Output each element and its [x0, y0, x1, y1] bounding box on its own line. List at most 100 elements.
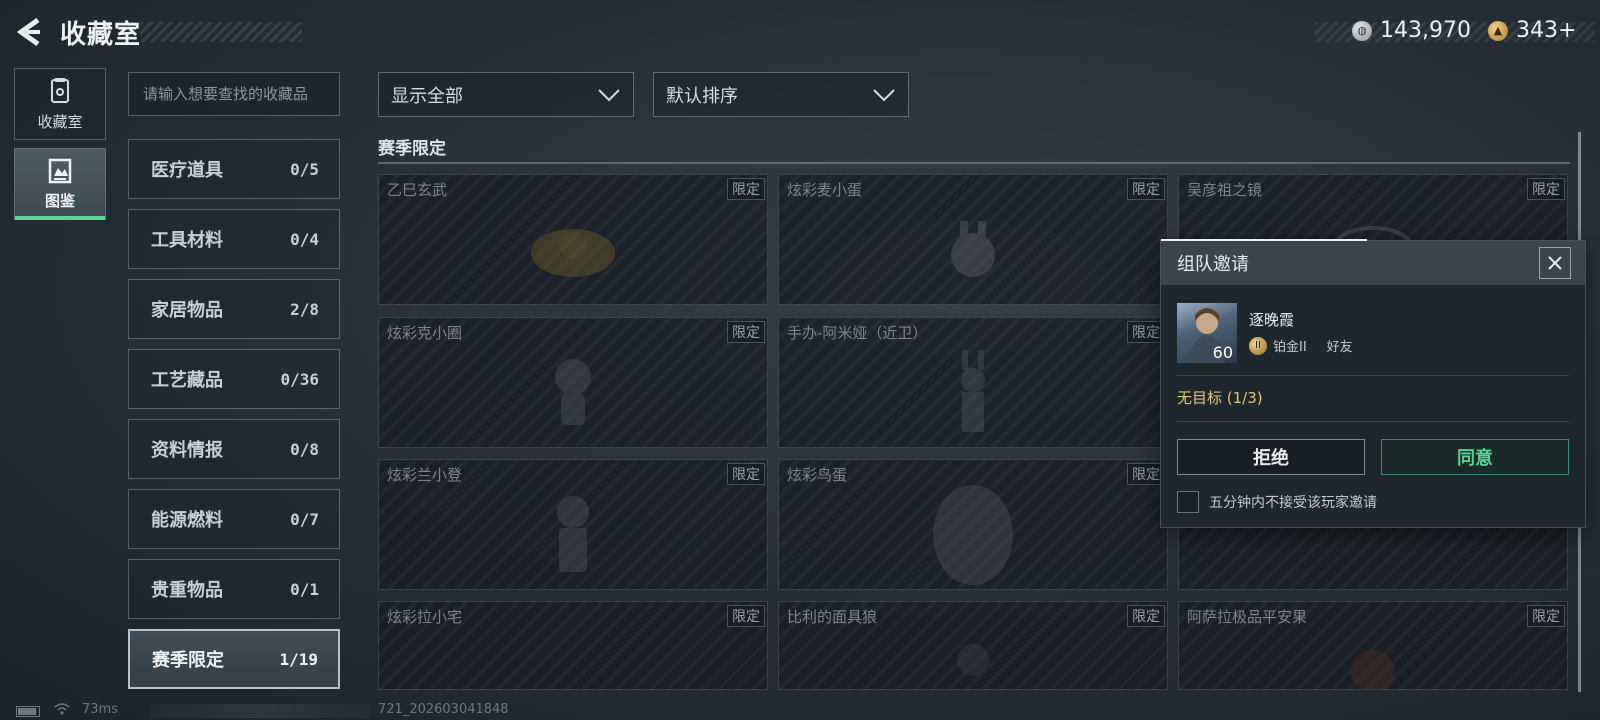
- category-name: 医疗道具: [151, 160, 223, 181]
- team-goal: 无目标 (1/3): [1177, 389, 1263, 407]
- silver-currency-value: 143,970: [1380, 18, 1471, 43]
- item-thumbnail: [961, 349, 985, 432]
- dialog-header: 组队邀请: [1161, 241, 1585, 285]
- category-medical[interactable]: 医疗道具 0/5: [128, 139, 340, 199]
- chevron-down-icon: [873, 88, 895, 101]
- mute-invite-option[interactable]: 五分钟内不接受该玩家邀请: [1177, 491, 1377, 513]
- section-divider: [378, 162, 1570, 164]
- item-thumbnail: [951, 220, 995, 277]
- gold-currency-value: 343+: [1516, 18, 1577, 43]
- item-card[interactable]: 炫彩鸟蛋 限定: [778, 459, 1168, 590]
- divider: [1177, 375, 1569, 376]
- limited-badge: 限定: [1127, 178, 1165, 200]
- dialog-title: 组队邀请: [1177, 254, 1249, 275]
- item-card[interactable]: 炫彩拉小宅 限定: [378, 601, 768, 690]
- category-name: 资料情报: [151, 440, 223, 461]
- limited-badge: 限定: [1127, 605, 1165, 627]
- collection-search-input[interactable]: [128, 72, 340, 116]
- close-icon: [1548, 256, 1562, 270]
- section-title: 赛季限定: [378, 139, 446, 159]
- player-name: 逐晚霞: [1249, 311, 1295, 329]
- battery-icon: [16, 706, 40, 717]
- status-bar: 73ms 721_202603041848: [0, 700, 1600, 720]
- reject-button[interactable]: 拒绝: [1177, 439, 1365, 475]
- display-filter-dropdown[interactable]: 显示全部: [378, 72, 634, 117]
- mute-invite-checkbox[interactable]: [1177, 491, 1199, 513]
- limited-badge: 限定: [727, 605, 765, 627]
- page-title: 收藏室: [60, 20, 142, 50]
- codex-icon: [48, 158, 72, 183]
- player-level: 60: [1212, 343, 1233, 362]
- category-crafts[interactable]: 工艺藏品 0/36: [128, 349, 340, 409]
- limited-badge: 限定: [727, 463, 765, 485]
- close-button[interactable]: [1539, 247, 1571, 279]
- category-energy[interactable]: 能源燃料 0/7: [128, 489, 340, 549]
- item-name: 炫彩麦小蛋: [787, 181, 863, 199]
- category-count: 0/4: [290, 229, 319, 249]
- item-thumbnail: [557, 495, 589, 572]
- tab-collection-room-label: 收藏室: [37, 112, 83, 131]
- silver-currency: ◍ 143,970: [1352, 18, 1471, 43]
- item-thumbnail: [531, 228, 615, 277]
- build-version: 721_202603041848: [378, 702, 509, 717]
- gold-coin-icon: ▲: [1488, 20, 1508, 41]
- item-thumbnail: [933, 484, 1013, 585]
- item-card[interactable]: 炫彩克小圈 限定: [378, 317, 768, 448]
- category-valuables[interactable]: 贵重物品 0/1: [128, 559, 340, 619]
- display-filter-value: 显示全部: [391, 85, 463, 107]
- category-count: 1/19: [279, 649, 318, 669]
- limited-badge: 限定: [1527, 178, 1565, 200]
- silver-coin-icon: ◍: [1352, 20, 1372, 41]
- wifi-icon: [54, 703, 70, 715]
- category-count: 0/7: [290, 509, 319, 529]
- back-arrow-icon: [16, 17, 40, 47]
- uid-placeholder: [150, 704, 370, 718]
- tab-collection-room[interactable]: 收藏室: [14, 68, 106, 140]
- rank-icon: II: [1249, 336, 1267, 355]
- item-name: 比利的面具狼: [787, 608, 878, 626]
- category-name: 工艺藏品: [151, 370, 223, 391]
- item-card[interactable]: 阿萨拉极品平安果 限定: [1178, 601, 1568, 690]
- item-name: 吴彦祖之镜: [1187, 181, 1263, 199]
- team-invite-dialog: 组队邀请 60 逐晚霞 II 铂金II 好友 无目标 (1/3) 拒绝 同意 五…: [1160, 239, 1586, 528]
- category-season-limited[interactable]: 赛季限定 1/19: [128, 629, 340, 689]
- item-card[interactable]: 手办-阿米娅（近卫） 限定: [778, 317, 1168, 448]
- sort-dropdown[interactable]: 默认排序: [653, 72, 909, 117]
- category-household[interactable]: 家居物品 2/8: [128, 279, 340, 339]
- item-name: 炫彩兰小登: [387, 466, 463, 484]
- chevron-down-icon: [598, 88, 620, 101]
- player-relation: 好友: [1326, 340, 1353, 355]
- tab-codex[interactable]: 图鉴: [14, 148, 106, 220]
- item-name: 阿萨拉极品平安果: [1187, 608, 1308, 626]
- item-thumbnail: [555, 358, 591, 425]
- category-count: 0/5: [290, 159, 319, 179]
- mute-invite-label: 五分钟内不接受该玩家邀请: [1209, 495, 1377, 511]
- item-name: 炫彩拉小宅: [387, 608, 463, 626]
- item-name: 炫彩鸟蛋: [787, 466, 848, 484]
- avatar[interactable]: 60: [1177, 303, 1237, 363]
- category-count: 0/8: [290, 439, 319, 459]
- item-name: 炫彩克小圈: [387, 324, 463, 342]
- category-name: 贵重物品: [151, 580, 223, 601]
- item-card[interactable]: 乙巳玄武 限定: [378, 174, 768, 305]
- category-count: 0/36: [280, 369, 319, 389]
- limited-badge: 限定: [1527, 605, 1565, 627]
- player-rank: 铂金II: [1273, 340, 1307, 355]
- item-name: 乙巳玄武: [387, 181, 448, 199]
- gold-currency[interactable]: ▲ 343+: [1488, 18, 1576, 43]
- accept-button[interactable]: 同意: [1381, 439, 1569, 475]
- item-card[interactable]: 炫彩兰小登 限定: [378, 459, 768, 590]
- back-button[interactable]: [14, 16, 44, 48]
- limited-badge: 限定: [727, 178, 765, 200]
- category-name: 家居物品: [151, 300, 223, 321]
- category-count: 2/8: [290, 299, 319, 319]
- top-bar: 收藏室 ◍ 143,970 ▲ 343+: [0, 0, 1600, 64]
- item-card[interactable]: 比利的面具狼 限定: [778, 601, 1168, 690]
- tab-codex-label: 图鉴: [44, 191, 75, 210]
- category-count: 0/1: [290, 579, 319, 599]
- item-card[interactable]: 炫彩麦小蛋 限定: [778, 174, 1168, 305]
- item-thumbnail: [957, 643, 989, 676]
- category-tools[interactable]: 工具材料 0/4: [128, 209, 340, 269]
- network-ping: 73ms: [82, 702, 118, 717]
- category-intel[interactable]: 资料情报 0/8: [128, 419, 340, 479]
